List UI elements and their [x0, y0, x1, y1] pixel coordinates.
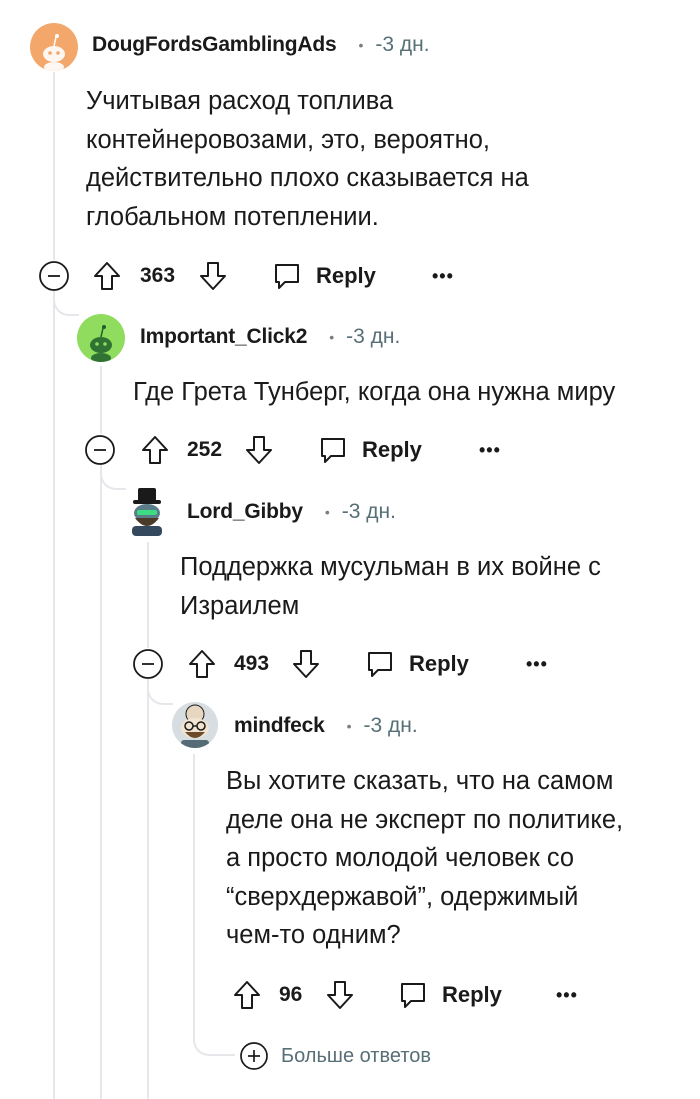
- reply-label: Reply: [442, 982, 502, 1007]
- more-options-button[interactable]: •••: [526, 644, 548, 684]
- avatar[interactable]: [77, 314, 125, 362]
- collapse-button[interactable]: [84, 430, 116, 470]
- username[interactable]: Lord_Gibby: [187, 500, 303, 524]
- upvote-button[interactable]: [187, 644, 217, 684]
- thread-connector: [193, 1030, 235, 1056]
- collapse-minus-icon: [85, 435, 115, 465]
- separator-dot: •: [329, 329, 335, 345]
- comment-actions: 493 Reply •••: [132, 644, 562, 684]
- thread-line-level-3[interactable]: [147, 542, 149, 648]
- thread-line-level-2[interactable]: [100, 466, 102, 1099]
- timestamp: -3 дн.: [341, 500, 396, 523]
- snoo-default-icon: [43, 34, 65, 71]
- downvote-arrow-icon: [246, 436, 272, 464]
- downvote-arrow-icon: [200, 262, 226, 290]
- reply-label: Reply: [362, 437, 422, 462]
- comment-meta: DougFordsGamblingAds • -3 дн.: [92, 33, 430, 57]
- vote-count: 493: [234, 652, 270, 675]
- username[interactable]: mindfeck: [234, 714, 325, 738]
- glasses-snoo-icon: [181, 704, 209, 748]
- chat-bubble-icon: [275, 264, 299, 289]
- thread-line-level-3[interactable]: [147, 681, 149, 1099]
- comment-body: Поддержка мусульман в их войне с Израиле…: [180, 548, 601, 625]
- comment-body: Вы хотите сказать, что на самом деле она…: [226, 762, 623, 955]
- comment-body: Учитывая расход топлива контейнеровозами…: [86, 82, 529, 236]
- upvote-arrow-icon: [94, 262, 120, 290]
- thread-line-level-4[interactable]: [193, 754, 195, 1034]
- comment-meta: Lord_Gibby • -3 дн.: [187, 500, 396, 524]
- separator-dot: •: [346, 718, 352, 734]
- upvote-button[interactable]: [140, 430, 170, 470]
- comment-line: Где Грета Тунберг, когда она нужна миру: [133, 378, 616, 406]
- reply-button[interactable]: Reply: [365, 644, 469, 684]
- chat-bubble-icon: [368, 652, 392, 677]
- chat-bubble-icon: [321, 438, 345, 463]
- more-options-button[interactable]: •••: [556, 975, 578, 1015]
- comment-line: “сверхдержавой”, одержимый: [226, 882, 579, 911]
- avatar[interactable]: [124, 486, 170, 536]
- vote-count: 252: [187, 438, 223, 461]
- avatar[interactable]: [30, 23, 78, 71]
- reply-button[interactable]: Reply: [398, 975, 502, 1015]
- vote-count: 96: [279, 983, 303, 1006]
- comment-line: чем-то одним?: [226, 921, 401, 949]
- comment-line: Израилем: [180, 591, 300, 620]
- separator-dot: •: [358, 37, 364, 53]
- comment-line: а просто молодой человек со: [226, 844, 575, 872]
- more-options-button[interactable]: •••: [479, 430, 501, 470]
- snoo-default-icon: [90, 325, 112, 362]
- vote-count: 363: [140, 264, 176, 287]
- comment-line: Учитывая расход топлива: [86, 87, 394, 115]
- timestamp: -3 дн.: [346, 325, 401, 348]
- username[interactable]: DougFordsGamblingAds: [92, 33, 337, 57]
- comment-line: Вы хотите сказать, что на самом: [226, 767, 614, 795]
- comment-line: Поддержка мусульман в их войне с: [180, 553, 601, 581]
- timestamp: -3 дн.: [363, 714, 418, 737]
- collapse-minus-icon: [39, 261, 69, 291]
- thread-line-level-1[interactable]: [53, 292, 55, 1099]
- comment-actions: 363 Reply •••: [38, 256, 468, 296]
- downvote-button[interactable]: [325, 975, 355, 1015]
- comment-line: глобальном потеплении.: [86, 202, 379, 231]
- downvote-button[interactable]: [244, 430, 274, 470]
- comment-meta: Important_Click2 • -3 дн.: [140, 325, 400, 349]
- collapse-minus-icon: [133, 649, 163, 679]
- collapse-button[interactable]: [38, 256, 70, 296]
- chat-bubble-icon: [401, 983, 425, 1008]
- downvote-button[interactable]: [198, 256, 228, 296]
- comment-actions: 252 Reply •••: [84, 430, 514, 470]
- upvote-arrow-icon: [234, 981, 260, 1009]
- downvote-arrow-icon: [293, 650, 319, 678]
- comment-actions: 96 Reply •••: [232, 975, 592, 1015]
- downvote-arrow-icon: [327, 981, 353, 1009]
- downvote-button[interactable]: [291, 644, 321, 684]
- more-replies-label: Больше ответов: [281, 1044, 432, 1067]
- top-hat-snoo-icon: [132, 488, 162, 536]
- comment-meta: mindfeck • -3 дн.: [234, 714, 418, 738]
- reply-button[interactable]: Reply: [318, 430, 422, 470]
- more-options-button[interactable]: •••: [432, 256, 454, 296]
- upvote-arrow-icon: [189, 650, 215, 678]
- thread-line-level-2[interactable]: [100, 366, 102, 434]
- reply-label: Reply: [409, 651, 469, 676]
- avatar[interactable]: [172, 702, 218, 748]
- comment-body: Где Грета Тунберг, когда она нужна миру: [133, 373, 615, 412]
- comment-line: контейнеровозами, это, вероятно,: [86, 125, 490, 154]
- separator-dot: •: [324, 504, 330, 520]
- collapse-button[interactable]: [132, 644, 164, 684]
- more-replies-button[interactable]: Больше ответов: [239, 1041, 431, 1071]
- thread-line-level-1[interactable]: [53, 72, 55, 260]
- timestamp: -3 дн.: [375, 33, 430, 56]
- upvote-button[interactable]: [92, 256, 122, 296]
- upvote-arrow-icon: [142, 436, 168, 464]
- upvote-button[interactable]: [232, 975, 262, 1015]
- reply-button[interactable]: Reply: [272, 256, 376, 296]
- comment-line: деле она не эксперт по политике,: [226, 805, 624, 834]
- reply-label: Reply: [316, 263, 376, 288]
- username[interactable]: Important_Click2: [140, 325, 307, 349]
- comment-line: действительно плохо сказывается на: [86, 164, 529, 192]
- plus-circle-icon: [240, 1042, 268, 1070]
